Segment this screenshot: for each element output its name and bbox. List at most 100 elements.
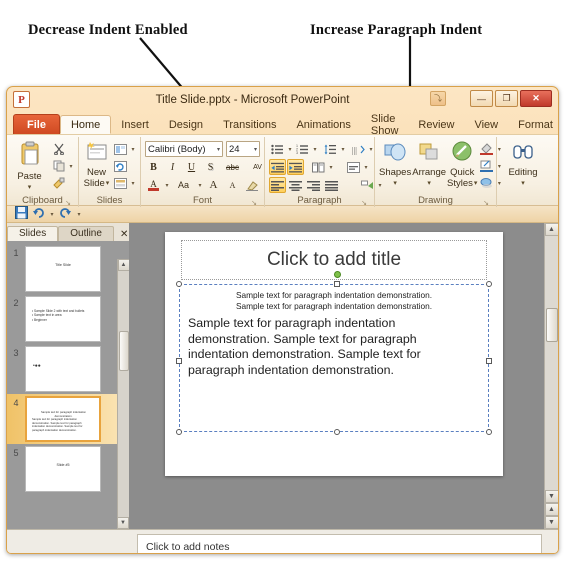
align-text-button[interactable] [345,159,362,175]
convert-to-smartart-button[interactable] [359,177,376,193]
new-slide-button[interactable]: New Slide ▾ [83,139,110,189]
qat-overflow-button[interactable]: ⤵ [430,91,446,106]
columns-button[interactable] [310,159,327,175]
chevron-down-icon[interactable]: ▾ [106,178,110,189]
close-button[interactable]: ✕ [520,90,552,107]
font-dialog-launcher[interactable]: ↘ [250,198,258,207]
shape-effects-button[interactable] [478,175,495,191]
scroll-down-button[interactable]: ▼ [117,517,129,529]
font-color-button[interactable]: A [145,177,162,193]
chevron-down-icon[interactable]: ▾ [363,164,369,171]
chevron-down-icon[interactable]: ▾ [130,180,136,187]
chevron-down-icon[interactable]: ▾ [312,146,318,153]
clear-formatting-button[interactable] [243,177,260,193]
resize-handle-bl[interactable] [176,429,182,435]
shape-fill-button[interactable] [478,141,495,157]
scroll-up-button[interactable]: ▲ [117,259,129,271]
editing-button[interactable]: Editing ▾ [501,139,545,189]
tab-slides[interactable]: Slides [7,226,59,241]
canvas-scroll-down-button[interactable]: ▼ [544,490,558,503]
chevron-down-icon[interactable]: ▾ [164,182,170,189]
paste-button[interactable]: Paste ▾ [11,139,48,193]
drawing-dialog-launcher[interactable]: ↘ [482,198,490,207]
resize-handle-mr[interactable] [486,358,492,364]
chevron-down-icon[interactable]: ▾ [393,178,397,189]
body-placeholder[interactable]: Sample text for paragraph indentation de… [176,271,492,435]
shrink-font-button[interactable]: A [224,177,241,193]
tab-file[interactable]: File [13,114,60,134]
restore-button[interactable]: ❐ [495,90,518,107]
resize-handle-tc[interactable] [334,281,340,287]
previous-slide-button[interactable]: ▲ [544,503,558,516]
shapes-button[interactable]: Shapes ▾ [379,139,411,189]
quick-styles-button[interactable]: Quick Styles ▾ [447,139,477,189]
chevron-down-icon[interactable]: ▾ [68,163,74,170]
resize-handle-tr[interactable] [486,281,492,287]
tab-format[interactable]: Format [508,115,558,134]
undo-icon[interactable] [32,206,45,222]
decrease-indent-button[interactable] [269,159,286,175]
align-center-button[interactable] [287,177,304,193]
tab-view[interactable]: View [464,115,508,134]
font-size-combobox[interactable]: 24 ▾ [226,141,260,157]
thumbnail-item-4[interactable]: 4 Sample text for paragraph indentation … [7,394,129,444]
tab-transitions[interactable]: Transitions [213,115,286,134]
tab-home[interactable]: Home [59,115,112,134]
strikethrough-button[interactable]: abc [221,159,244,175]
tab-slide-show[interactable]: Slide Show [361,113,409,137]
tab-insert[interactable]: Insert [111,115,159,134]
chevron-down-icon[interactable]: ▾ [217,146,220,153]
format-painter-button[interactable] [50,175,67,191]
bullets-button[interactable] [269,141,286,157]
canvas-scroll-thumb[interactable] [545,308,558,342]
line-spacing-button[interactable] [322,141,339,157]
redo-icon[interactable] [59,206,72,222]
arrange-button[interactable]: Arrange ▾ [412,139,446,189]
chevron-down-icon[interactable]: ▾ [474,178,478,189]
copy-button[interactable] [50,158,67,174]
canvas-scroll-up-button[interactable]: ▲ [544,223,558,236]
resize-handle-bc[interactable] [334,429,340,435]
tab-design[interactable]: Design [159,115,213,134]
thumbnail-item-1[interactable]: 1 Title Slide [7,244,129,294]
thumbnail-item-5[interactable]: 5 Slide #5 [7,444,129,494]
chevron-down-icon[interactable]: ▾ [28,182,32,193]
layout-button[interactable] [112,141,129,157]
chevron-down-icon[interactable]: ▾ [130,146,136,153]
chevron-down-icon[interactable]: ▾ [328,164,334,171]
font-name-combobox[interactable]: Calibri (Body) ▾ [145,141,223,157]
canvas-vertical-scrollbar[interactable]: ▲ ▼ ▲ ▼ [544,223,558,529]
chevron-down-icon[interactable]: ▾ [287,146,293,153]
align-left-button[interactable] [269,177,286,193]
chevron-down-icon[interactable]: ▾ [254,146,257,153]
chevron-down-icon[interactable]: ▾ [49,211,55,218]
align-right-button[interactable] [305,177,322,193]
change-case-button[interactable]: Aa [172,177,195,193]
slide-thumbnail-list[interactable]: 1 Title Slide 2 • Sample Slide 2 with te… [7,241,129,529]
chevron-down-icon[interactable]: ▾ [197,182,203,189]
reset-button[interactable] [112,158,129,174]
save-icon[interactable] [15,206,28,222]
section-button[interactable] [112,175,129,191]
paragraph-dialog-launcher[interactable]: ↘ [360,198,368,207]
thumbnail-item-3[interactable]: 3 •●● [7,344,129,394]
underline-button[interactable]: U [183,159,200,175]
resize-handle-br[interactable] [486,429,492,435]
increase-indent-button[interactable] [287,159,304,175]
clipboard-dialog-launcher[interactable]: ↘ [64,198,72,207]
grow-font-button[interactable]: A [205,177,222,193]
italic-button[interactable]: I [164,159,181,175]
justify-button[interactable] [323,177,340,193]
notes-input[interactable]: Click to add notes [137,534,542,553]
scroll-thumb[interactable] [118,331,129,371]
cut-button[interactable] [50,141,67,157]
resize-handle-tl[interactable] [176,281,182,287]
chevron-down-icon[interactable]: ▾ [340,146,346,153]
minimize-button[interactable]: — [470,90,493,107]
tab-animations[interactable]: Animations [286,115,360,134]
next-slide-button[interactable]: ▼ [544,516,558,529]
tab-outline[interactable]: Outline [58,226,114,241]
chevron-down-icon[interactable]: ▾ [368,146,374,153]
chevron-down-icon[interactable]: ▾ [521,178,525,189]
chevron-down-icon[interactable]: ▾ [427,178,431,189]
